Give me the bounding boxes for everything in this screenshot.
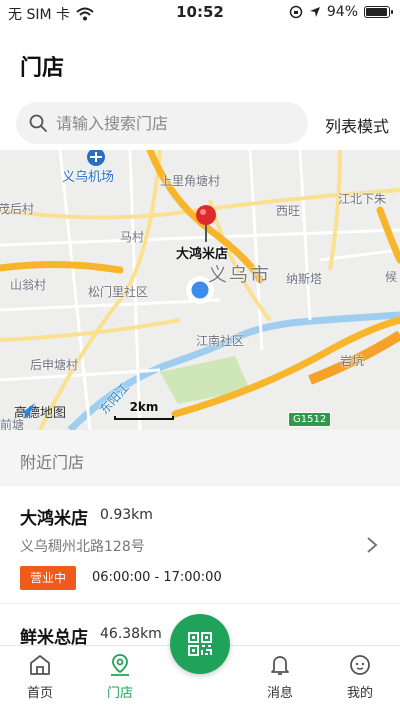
store-distance: 0.93km	[100, 507, 153, 523]
map-label-jiangbei: 江北下朱	[338, 192, 387, 206]
tab-profile[interactable]: 我的	[330, 652, 390, 701]
store-name: 大鸿米店	[20, 509, 88, 529]
map-label-malin: 马村	[120, 230, 145, 244]
map-label-nasita: 纳斯塔	[286, 272, 323, 286]
battery-percent: 94%	[326, 4, 358, 20]
store-location-icon	[111, 654, 129, 676]
home-icon	[30, 655, 50, 675]
store-hours: 06:00:00 - 17:00:00	[92, 570, 222, 585]
rotation-lock-icon	[289, 5, 303, 19]
map-label-songmen: 松门里社区	[88, 285, 149, 299]
list-mode-button[interactable]: 列表模式	[325, 113, 389, 137]
map-scale-label: 2km	[129, 400, 159, 414]
battery-icon	[364, 6, 393, 18]
status-badge: 营业中	[20, 566, 77, 590]
battery-fill	[366, 8, 387, 16]
store-distance-2: 46.38km	[100, 626, 162, 642]
map-label-houshen: 后申塘村	[30, 358, 79, 372]
status-bar: 无 SIM 卡 10:52 94%	[0, 0, 400, 26]
road-shield: G1512	[288, 412, 332, 427]
map-label-shanweng: 山翁村	[10, 278, 47, 292]
map-label-jiangnan: 江南社区	[196, 334, 245, 348]
page-title: 门店	[20, 56, 65, 81]
map-label-city: 义乌市	[208, 264, 272, 286]
status-right: 94%	[289, 4, 393, 20]
profile-icon	[350, 655, 370, 675]
location-arrow-icon	[309, 7, 320, 17]
qr-scan-icon	[188, 632, 212, 656]
tab-messages-label: 消息	[266, 686, 293, 701]
map-label-xishi: 茂后村	[0, 202, 35, 216]
amap-brand: 高德地图	[14, 402, 66, 421]
search-input[interactable]	[56, 113, 286, 133]
chevron-right-icon[interactable]	[366, 536, 378, 554]
search-row: 列表模式	[16, 102, 391, 144]
store-map[interactable]: 义乌机场 上里角塘村 茂后村 马村 西旺 江北下朱 大鸿米店 义乌市 山翁村 松…	[0, 150, 400, 430]
tab-store[interactable]: 门店	[90, 652, 150, 701]
tab-messages[interactable]: 消息	[250, 652, 310, 701]
store-card[interactable]: 大鸿米店 0.93km 义乌稠州北路128号 营业中 06:00:00 - 17…	[0, 486, 400, 604]
map-label-yanshan: 岩坑	[340, 354, 365, 368]
map-label-xiwei: 西旺	[276, 204, 301, 218]
nearby-section-header: 附近门店	[0, 430, 400, 486]
map-scale: 2km	[114, 400, 174, 420]
map-scale-bar	[114, 416, 174, 420]
bell-icon	[271, 656, 289, 675]
tab-store-label: 门店	[106, 686, 133, 701]
map-label-hou: 候	[385, 270, 398, 284]
tab-profile-label: 我的	[346, 686, 373, 701]
map-label-airport: 义乌机场	[62, 170, 115, 185]
map-label-shangfu: 上里角塘村	[160, 174, 221, 188]
tab-home-label: 首页	[26, 686, 53, 701]
tab-home[interactable]: 首页	[10, 652, 70, 701]
nearby-title: 附近门店	[20, 453, 85, 472]
search-box[interactable]	[16, 102, 308, 144]
scan-button[interactable]	[170, 614, 230, 674]
store-address: 义乌稠州北路128号	[20, 539, 145, 555]
amap-logo-icon	[15, 403, 35, 419]
search-icon	[29, 114, 47, 132]
